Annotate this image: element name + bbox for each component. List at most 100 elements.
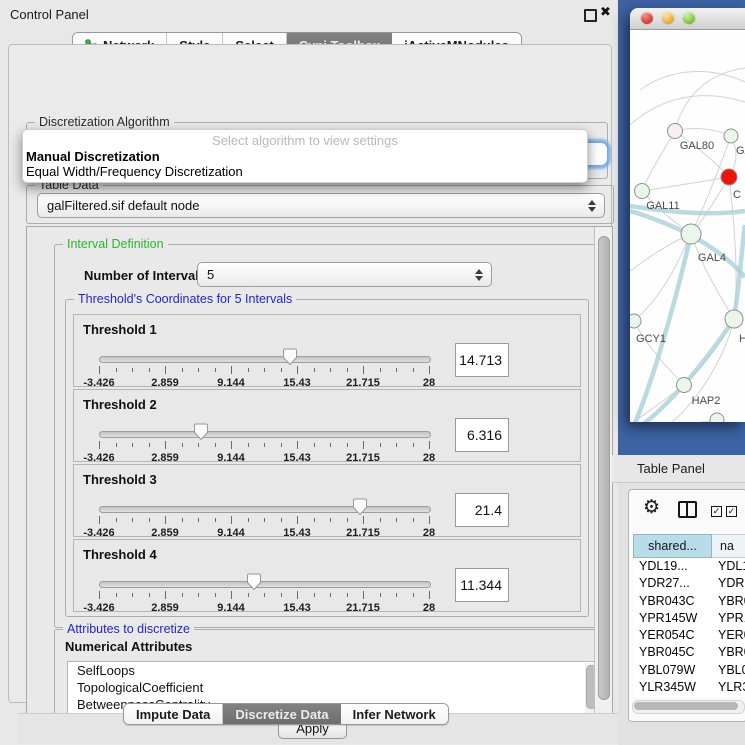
gal4-node[interactable] <box>681 224 701 244</box>
tick-mark <box>380 518 381 522</box>
minimize-traffic-light[interactable] <box>662 12 674 24</box>
threshold-value-field[interactable]: 21.4 <box>455 493 509 527</box>
split-columns-icon[interactable] <box>678 501 697 518</box>
column-header-name[interactable]: na <box>712 534 745 558</box>
tick-mark <box>330 593 331 597</box>
table-row[interactable]: YDL19...YDL1 <box>633 558 745 575</box>
tab-impute-data[interactable]: Impute Data <box>124 704 223 724</box>
tick-mark <box>281 593 282 597</box>
network-edge[interactable] <box>675 131 729 177</box>
tick-mark <box>116 443 117 447</box>
table-hscrollbar[interactable] <box>632 700 745 714</box>
slider-thumb[interactable] <box>352 498 368 516</box>
float-window-icon[interactable] <box>584 9 597 22</box>
tick-mark <box>281 368 282 372</box>
table-row[interactable]: YIL052CYIL0 <box>633 696 745 697</box>
tick-mark <box>314 368 315 372</box>
tick-mark <box>248 518 249 522</box>
bottom-node[interactable] <box>710 413 724 422</box>
settings-scrollbar[interactable] <box>594 227 612 713</box>
list-item[interactable]: SelfLoops <box>68 662 598 679</box>
threshold-slider[interactable]: -3.4262.8599.14415.4321.71528 <box>99 578 429 608</box>
combo-arrows-icon <box>588 200 604 212</box>
zoom-traffic-light[interactable] <box>683 12 695 24</box>
right-node[interactable] <box>725 310 743 328</box>
tick-mark <box>116 368 117 372</box>
threshold-row: Threshold 3-3.4262.8599.14415.4321.71528… <box>73 464 581 537</box>
algorithm-hint: Select algorithm to view settings <box>23 130 587 149</box>
network-edge[interactable] <box>640 72 745 90</box>
network-edge[interactable] <box>675 129 731 136</box>
tick-label: 15.43 <box>283 452 311 464</box>
network-edge[interactable] <box>630 96 745 125</box>
tick-mark <box>363 441 364 449</box>
tab-infer-network[interactable]: Infer Network <box>341 704 448 724</box>
network-edge[interactable] <box>642 177 729 191</box>
option-manual-discretization[interactable]: Manual Discretization <box>23 149 587 164</box>
slider-thumb[interactable] <box>282 348 298 366</box>
tab-discretize-data[interactable]: Discretize Data <box>223 704 340 724</box>
network-window-titlebar[interactable] <box>630 8 745 30</box>
tick-mark <box>396 368 397 372</box>
tick-mark <box>380 368 381 372</box>
table-row[interactable]: YDR27...YDR2 <box>633 575 745 592</box>
tick-mark <box>99 366 100 374</box>
tick-mark <box>314 443 315 447</box>
scrollbar-thumb[interactable] <box>634 702 738 710</box>
network-edge-thick[interactable] <box>632 234 691 422</box>
tick-mark <box>347 593 348 597</box>
network-canvas[interactable]: GAL80GACGAL11GAL4GCY1HHAP2 <box>630 30 745 422</box>
threshold-slider[interactable]: -3.4262.8599.14415.4321.71528 <box>99 353 429 383</box>
checkbox-icon[interactable]: ✓ <box>711 506 722 517</box>
top-right-node[interactable] <box>724 129 738 143</box>
tick-mark <box>380 593 381 597</box>
table-data-group: Table Data galFiltered.sif default node <box>26 185 614 224</box>
tick-mark <box>198 593 199 597</box>
table-row[interactable]: YBR045CYBR0 <box>633 644 745 661</box>
tick-mark <box>314 518 315 522</box>
close-icon[interactable]: ✖ <box>600 4 611 20</box>
settings-scrollpane: Interval Definition Number of Intervals … <box>26 226 613 714</box>
option-equal-width-frequency[interactable]: Equal Width/Frequency Discretization <box>23 164 587 179</box>
column-header-shared-name[interactable]: shared... <box>633 534 712 558</box>
threshold-value-field[interactable]: 14.713 <box>455 343 509 377</box>
red-node[interactable] <box>721 169 737 185</box>
checkbox-icon[interactable]: ✓ <box>726 506 737 517</box>
list-item[interactable]: TopologicalCoefficient <box>68 679 598 696</box>
table-row[interactable]: YBR043CYBR0 <box>633 593 745 610</box>
tick-label: 9.144 <box>217 377 245 389</box>
node-label: GAL4 <box>698 252 726 264</box>
tick-label: 28 <box>423 377 435 389</box>
table-row[interactable]: YPR145WYPR1 <box>633 610 745 627</box>
threshold-slider[interactable]: -3.4262.8599.14415.4321.71528 <box>99 428 429 458</box>
tick-mark <box>347 443 348 447</box>
network-edge[interactable] <box>642 131 675 191</box>
tick-mark <box>99 516 100 524</box>
gal11-node[interactable] <box>635 184 650 199</box>
table-data-combobox[interactable]: galFiltered.sif default node <box>37 193 605 218</box>
threshold-coordinates-group: Threshold's Coordinates for 5 Intervals … <box>65 299 589 617</box>
tick-mark <box>413 593 414 597</box>
table-row[interactable]: YER054CYER0 <box>633 627 745 644</box>
tick-mark <box>248 443 249 447</box>
slider-thumb[interactable] <box>193 423 209 441</box>
node-label: GAL80 <box>680 140 714 152</box>
table-row[interactable]: YLR345WYLR3 <box>633 679 745 696</box>
number-of-intervals-combobox[interactable]: 5 <box>197 262 492 287</box>
threshold-value-field[interactable]: 6.316 <box>455 418 509 452</box>
threshold-slider[interactable]: -3.4262.8599.14415.4321.71528 <box>99 503 429 533</box>
threshold-value-field[interactable]: 11.344 <box>455 568 509 602</box>
gal80-node[interactable] <box>668 124 683 139</box>
gear-icon[interactable]: ⚙ <box>643 497 660 519</box>
tick-mark <box>330 518 331 522</box>
tick-label: 9.144 <box>217 602 245 614</box>
table-row[interactable]: YBL079WYBL0 <box>633 662 745 679</box>
interval-definition-title: Interval Definition <box>63 237 168 251</box>
scrollbar-thumb[interactable] <box>598 236 610 700</box>
close-traffic-light[interactable] <box>641 12 653 24</box>
table-panel-header: Table Panel <box>612 455 745 483</box>
tick-label: 21.715 <box>346 377 380 389</box>
gcy1-node[interactable] <box>630 314 641 328</box>
slider-thumb[interactable] <box>246 573 262 591</box>
hap2-node[interactable] <box>677 378 692 393</box>
